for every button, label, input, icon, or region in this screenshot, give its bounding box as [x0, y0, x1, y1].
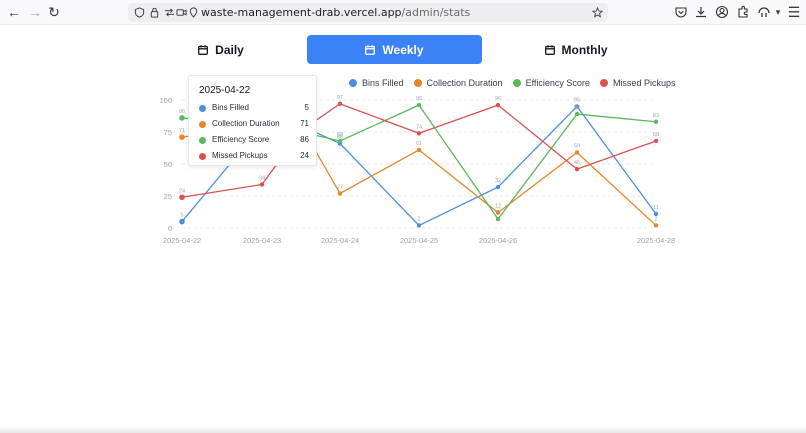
tooltip-row: Missed Pickups 24	[199, 151, 309, 163]
data-point	[574, 111, 580, 117]
x-tick-label: 2025-04-24	[321, 236, 359, 245]
legend-item-efficiency-score[interactable]: Efficiency Score	[512, 76, 590, 90]
data-label: 74	[416, 124, 422, 130]
legend-item-bins-filled[interactable]: Bins Filled	[349, 76, 404, 90]
data-point	[653, 138, 659, 144]
data-point	[337, 101, 343, 107]
x-tick-label: 2025-04-26	[479, 236, 517, 245]
data-point	[574, 166, 580, 172]
x-tick-label: 2025-04-22	[163, 236, 201, 245]
data-label: 2	[417, 216, 420, 222]
data-point	[179, 134, 185, 140]
legend-item-missed-pickups[interactable]: Missed Pickups	[599, 76, 676, 90]
legend-label: Bins Filled	[362, 78, 404, 88]
x-tick-label: 2025-04-25	[400, 236, 438, 245]
data-label: 32	[495, 178, 501, 184]
series-dot	[199, 105, 206, 112]
y-tick-label: 75	[164, 128, 172, 137]
x-tick-label: 2025-04-28	[637, 236, 675, 245]
data-label: 68	[653, 132, 659, 138]
series-dot	[199, 153, 206, 160]
data-point	[416, 131, 422, 136]
data-label: 59	[574, 143, 580, 149]
data-label: 61	[416, 141, 422, 147]
data-label: 34	[259, 175, 265, 181]
series-dot	[199, 137, 206, 144]
chart-tooltip: 2025-04-22 Bins Filled 5 Collection Dura…	[188, 75, 317, 166]
window-bottom-edge	[0, 426, 806, 433]
tooltip-value: 86	[300, 135, 309, 144]
legend-label: Collection Duration	[426, 78, 503, 88]
data-label: 89	[574, 105, 580, 111]
data-point	[179, 218, 185, 225]
tooltip-value: 5	[304, 103, 309, 112]
y-tick-label: 100	[159, 96, 172, 105]
series-dot	[199, 121, 206, 128]
data-label: 27	[337, 184, 343, 190]
tooltip-label: Collection Duration	[212, 119, 280, 128]
tooltip-value: 24	[300, 151, 309, 160]
line-chart: 02550751002025-04-22 2025-04-23 2025-04-24…	[159, 95, 675, 245]
tooltip-title: 2025-04-22	[199, 85, 251, 96]
tooltip-row: Efficiency Score 86	[199, 135, 309, 147]
legend-label: Missed Pickups	[612, 78, 676, 88]
data-point	[495, 216, 501, 222]
data-point	[416, 147, 422, 153]
data-label: 68	[337, 132, 343, 138]
data-point	[259, 182, 265, 187]
data-label: 97	[337, 95, 343, 101]
data-point	[653, 119, 659, 124]
data-point	[653, 223, 659, 228]
chart-legend: Bins Filled Collection Duration Efficien…	[349, 76, 675, 90]
data-point	[337, 138, 343, 144]
data-label: 12	[495, 204, 501, 210]
tooltip-label: Efficiency Score	[212, 135, 270, 144]
data-label: 86	[179, 109, 185, 115]
data-point	[574, 150, 580, 155]
x-tick-label: 2025-04-23	[243, 236, 281, 245]
data-label: 96	[416, 96, 422, 102]
data-label: 83	[653, 113, 659, 119]
tooltip-row: Bins Filled 5	[199, 103, 309, 115]
tooltip-value: 71	[300, 119, 309, 128]
data-label: 46	[574, 160, 580, 166]
data-label: 95	[574, 97, 580, 103]
tooltip-label: Bins Filled	[212, 103, 249, 112]
legend-dot	[512, 79, 521, 87]
legend-label: Efficiency Score	[525, 78, 590, 88]
legend-item-collection-duration[interactable]: Collection Duration	[413, 76, 503, 90]
data-point	[495, 184, 501, 190]
legend-dot	[599, 79, 608, 87]
data-point	[416, 102, 422, 108]
legend-dot	[413, 79, 422, 87]
data-point	[179, 115, 185, 121]
data-label: 71	[179, 128, 185, 134]
data-label: 96	[495, 96, 501, 102]
data-label: 7	[496, 210, 499, 216]
tooltip-label: Missed Pickups	[212, 151, 268, 160]
legend-dot	[349, 79, 357, 87]
data-point	[337, 191, 343, 196]
y-tick-label: 25	[164, 192, 172, 201]
y-tick-label: 0	[168, 224, 172, 233]
tooltip-row: Collection Duration 71	[199, 119, 309, 131]
data-point	[495, 102, 501, 108]
data-label: 2	[654, 216, 657, 222]
y-tick-label: 50	[164, 160, 172, 169]
data-label: 24	[179, 188, 185, 194]
data-label: 5	[180, 213, 183, 219]
data-point	[179, 194, 185, 201]
data-point	[416, 223, 422, 228]
data-label: 11	[653, 205, 659, 211]
